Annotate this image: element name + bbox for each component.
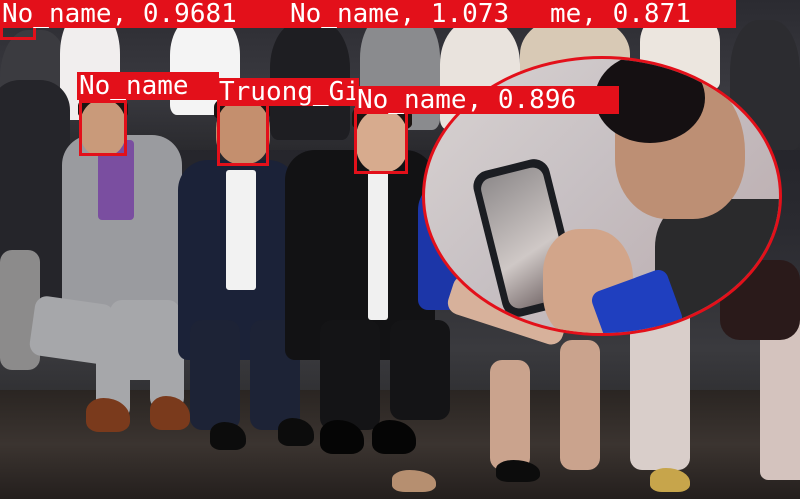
face-box-2 <box>79 100 127 156</box>
detection-label-3: me, 0.871 <box>548 0 736 28</box>
detection-label-2: No_name, 1.073 <box>288 0 552 28</box>
event-photo: No_name, 0.9681 No_name, 1.073 me, 0.871… <box>0 0 800 499</box>
detection-label-1: No_name, 0.9681 <box>0 0 288 28</box>
face-box-3 <box>217 98 269 166</box>
detection-label-6: No_name, 0.896 <box>355 86 619 114</box>
face-box-4 <box>354 108 408 174</box>
detection-label-4: No_name <box>77 72 219 100</box>
detection-label-5: Truong_Gi <box>217 78 359 106</box>
